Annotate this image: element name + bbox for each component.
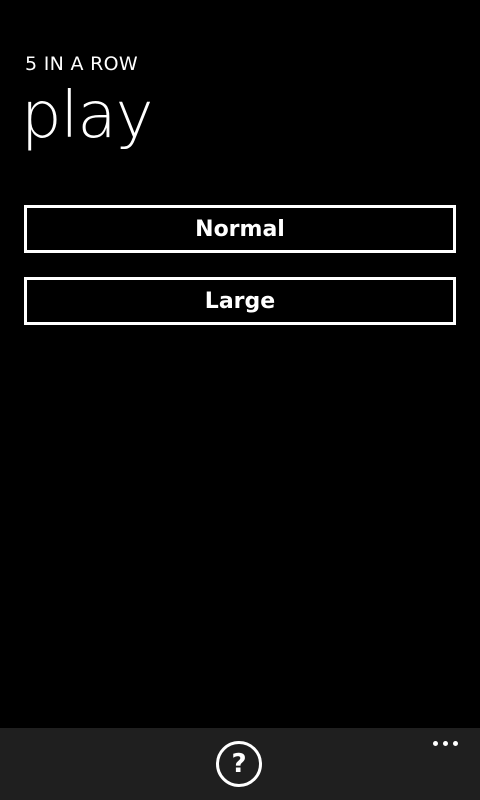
app-title: 5 IN A ROW bbox=[25, 53, 138, 75]
ellipsis-dot bbox=[442, 740, 448, 746]
help-glyph: ? bbox=[231, 749, 247, 779]
ellipsis-dot bbox=[452, 740, 458, 746]
page-title: play bbox=[21, 79, 153, 153]
normal-button[interactable]: Normal bbox=[24, 205, 456, 253]
large-button-label: Large bbox=[204, 288, 276, 314]
normal-button-label: Normal bbox=[195, 216, 285, 242]
ellipsis-dot bbox=[432, 740, 438, 746]
large-button[interactable]: Large bbox=[24, 277, 456, 325]
question-circle-icon[interactable]: ? bbox=[216, 741, 262, 787]
application-bar: ? bbox=[0, 728, 480, 800]
ellipsis-icon[interactable] bbox=[425, 733, 465, 753]
screen: 5 IN A ROW play Normal Large ? bbox=[0, 0, 480, 800]
